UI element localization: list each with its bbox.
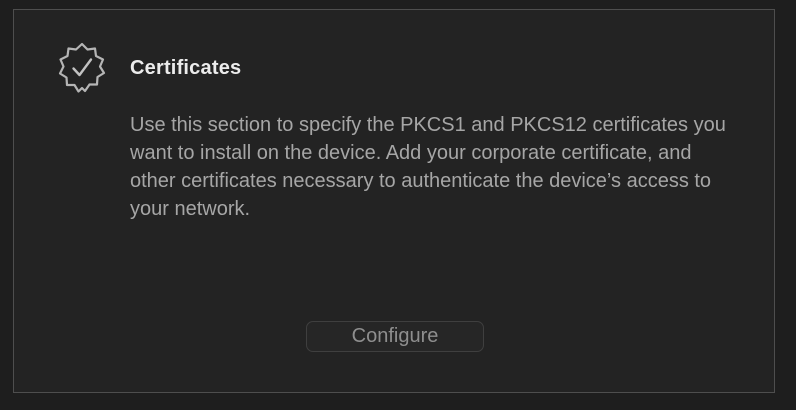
configure-button[interactable]: Configure [306,321,484,352]
section-description: Use this section to specify the PKCS1 an… [130,114,726,220]
section-title: Certificates [130,57,242,79]
certificates-panel: Certificates Use this section to specify… [13,9,775,393]
page: Certificates Use this section to specify… [0,0,796,410]
certificate-seal-checkmark-icon [54,40,110,96]
